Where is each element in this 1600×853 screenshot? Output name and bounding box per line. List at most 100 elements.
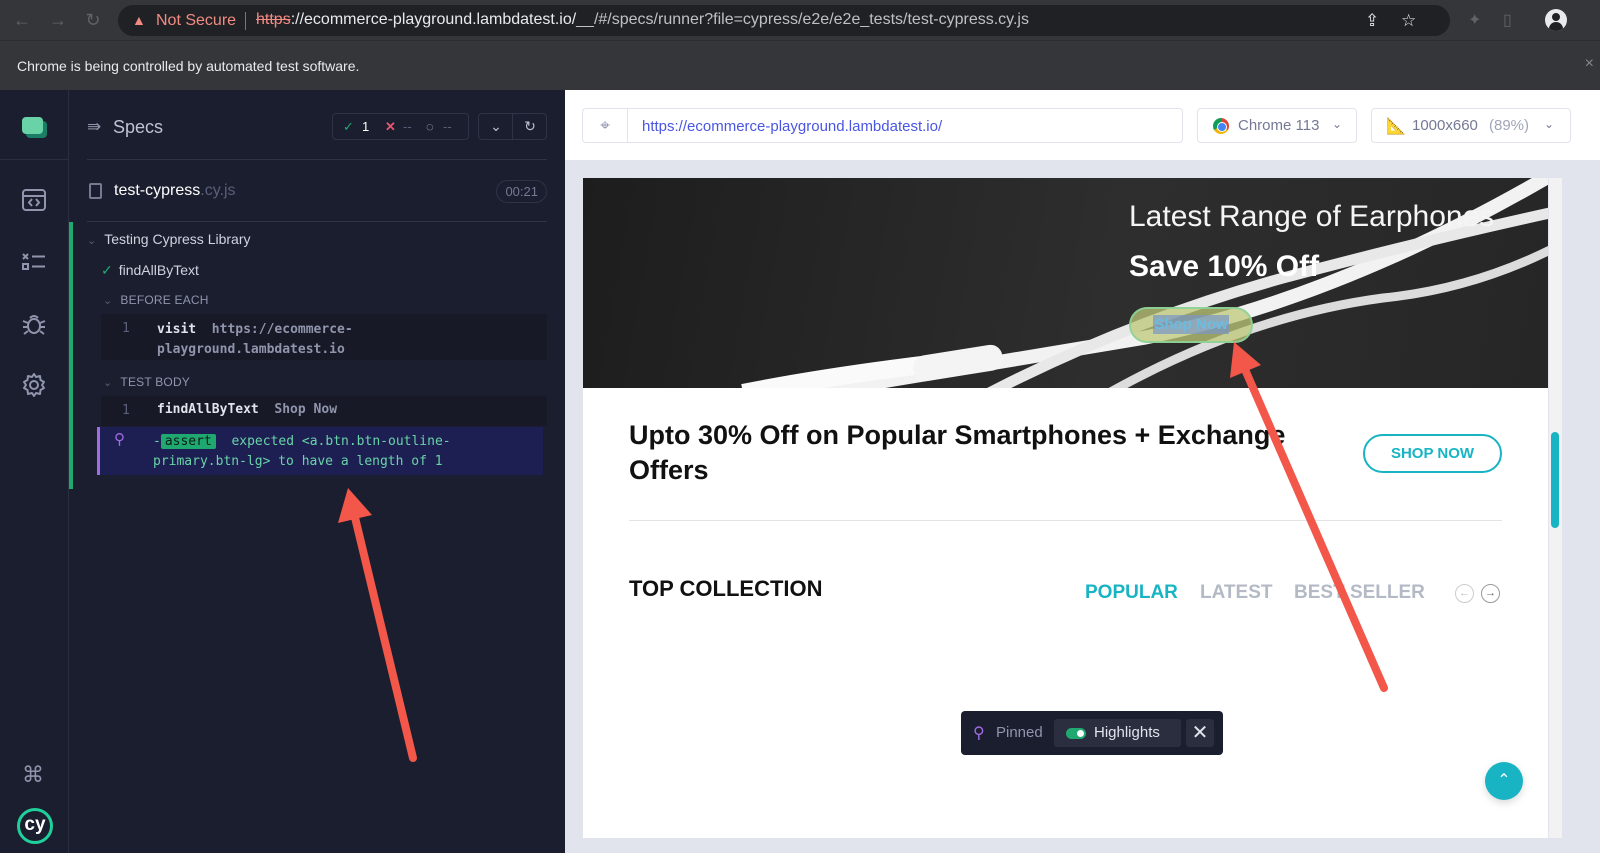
reload-icon[interactable]: ↻ bbox=[83, 10, 103, 30]
viewport-size: 1000x660 bbox=[1412, 117, 1478, 134]
pin-icon: ⚲ bbox=[973, 725, 985, 742]
keyboard-shortcuts-icon[interactable]: ⌘ bbox=[22, 762, 44, 788]
pinned-label: Pinned bbox=[996, 724, 1043, 741]
pin-icon: ⚲ bbox=[114, 430, 125, 448]
chevron-down-icon: ⌄ bbox=[1332, 117, 1343, 131]
command-assert-pinned[interactable]: ⚲ - assert expected <a.btn.btn-outline- p… bbox=[97, 427, 543, 475]
app-under-test-pane: ⌖ https://ecommerce-playground.lambdates… bbox=[565, 90, 1600, 853]
bookmark-star-icon[interactable]: ☆ bbox=[1401, 11, 1416, 31]
passed-check-icon: ✓ bbox=[101, 262, 113, 278]
project-logo[interactable] bbox=[0, 90, 68, 160]
command-message-cont: playground.lambdatest.io bbox=[157, 342, 345, 357]
warning-icon: ▲ bbox=[132, 12, 146, 28]
command-number: 1 bbox=[122, 403, 130, 418]
browser-selector[interactable]: Chrome 113 ⌄ bbox=[1197, 108, 1357, 143]
hero-shop-now-button[interactable]: Shop Now bbox=[1129, 307, 1253, 343]
hero-banner[interactable]: Latest Range of Earphones Save 10% Off S… bbox=[583, 178, 1548, 388]
collection-title: TOP COLLECTION bbox=[629, 576, 823, 601]
address-url[interactable]: https://ecommerce-playground.lambdatest.… bbox=[256, 11, 1029, 29]
command-findallbytext[interactable]: 1 findAllByText Shop Now bbox=[101, 396, 547, 426]
command-message: Shop Now bbox=[274, 402, 338, 417]
divider bbox=[629, 520, 1502, 521]
divider bbox=[245, 12, 246, 30]
aut-url: https://ecommerce-playground.lambdatest.… bbox=[642, 118, 943, 135]
runs-icon[interactable] bbox=[21, 187, 47, 213]
command-log-reporter: ⇛ Specs ✓ 1 ✕ -- ◌ -- ⌄ ↻ test-cypress.c… bbox=[69, 90, 565, 853]
rerun-icon[interactable]: ↻ bbox=[513, 114, 547, 139]
back-to-top-button[interactable]: ⌃ bbox=[1485, 762, 1523, 800]
address-bar[interactable]: ▲ Not Secure https://ecommerce-playgroun… bbox=[118, 5, 1450, 36]
suite-title[interactable]: ⌄ Testing Cypress Library bbox=[87, 231, 251, 247]
assert-badge: assert bbox=[160, 434, 216, 449]
viewport-selector[interactable]: 📐 1000x660 (89%) ⌄ bbox=[1371, 108, 1571, 143]
specs-list-icon[interactable] bbox=[21, 249, 47, 275]
assert-message-cont: primary.btn-lg> to have a length of 1 bbox=[153, 454, 443, 469]
command-name: findAllByText bbox=[157, 402, 259, 417]
settings-gear-icon[interactable] bbox=[21, 372, 47, 398]
toggle-switch[interactable] bbox=[1066, 728, 1086, 739]
test-title[interactable]: ✓ findAllByText bbox=[101, 262, 199, 279]
chevron-down-icon: ⌄ bbox=[1544, 117, 1555, 131]
selector-playground-icon[interactable]: ⌖ bbox=[583, 109, 628, 142]
command-message: https://ecommerce- bbox=[211, 322, 353, 337]
aut-iframe: Latest Range of Earphones Save 10% Off S… bbox=[583, 178, 1548, 838]
url-scheme: https bbox=[256, 11, 291, 28]
specs-title[interactable]: Specs bbox=[113, 117, 163, 138]
hero-subtitle: Save 10% Off bbox=[1129, 250, 1320, 283]
specs-toggle-icon[interactable]: ⇛ bbox=[87, 117, 101, 137]
close-icon[interactable]: × bbox=[1585, 55, 1594, 73]
tab-popular[interactable]: POPULAR bbox=[1085, 582, 1178, 604]
pinned-snapshot-bar: ⚲ Pinned Highlights ✕ bbox=[961, 711, 1223, 755]
failed-count: -- bbox=[403, 119, 412, 134]
run-controls: ⌄ ↻ bbox=[478, 113, 547, 140]
automation-infobar: Chrome is being controlled by automated … bbox=[0, 40, 1600, 90]
passed-icon: ✓ bbox=[343, 119, 354, 134]
aut-url-field[interactable]: ⌖ https://ecommerce-playground.lambdates… bbox=[582, 108, 1183, 143]
back-icon[interactable]: ← bbox=[12, 10, 32, 30]
spec-duration: 00:21 bbox=[496, 180, 547, 203]
chevron-down-icon: ⌄ bbox=[103, 377, 113, 389]
pending-count: -- bbox=[443, 119, 452, 134]
scrollbar-thumb[interactable] bbox=[1551, 432, 1559, 528]
ruler-icon: 📐 bbox=[1386, 118, 1406, 135]
chevron-down-icon: ⌄ bbox=[103, 295, 113, 307]
viewport-scale: (89%) bbox=[1489, 117, 1530, 134]
highlights-label: Highlights bbox=[1094, 724, 1160, 741]
command-visit[interactable]: 1 visit https://ecommerce- playground.la… bbox=[101, 314, 547, 360]
carousel-prev-icon[interactable]: ← bbox=[1455, 584, 1474, 603]
tab-best-seller[interactable]: BEST SELLER bbox=[1294, 582, 1425, 604]
assert-message: expected <a.btn.btn-outline- bbox=[231, 434, 451, 449]
forward-icon[interactable]: → bbox=[48, 10, 68, 30]
highlights-toggle[interactable]: Highlights bbox=[1054, 719, 1181, 747]
promo-shop-now-button[interactable]: SHOP NOW bbox=[1363, 434, 1502, 473]
spec-file-name[interactable]: test-cypress.cy.js bbox=[114, 182, 236, 200]
command-name: visit bbox=[157, 322, 197, 337]
security-label[interactable]: Not Secure bbox=[156, 12, 236, 30]
carousel-next-icon[interactable]: → bbox=[1481, 584, 1500, 603]
tab-latest[interactable]: LATEST bbox=[1200, 582, 1272, 604]
before-each-hook[interactable]: ⌄ BEFORE EACH bbox=[103, 293, 209, 307]
profile-avatar[interactable] bbox=[1545, 9, 1567, 31]
automation-notice: Chrome is being controlled by automated … bbox=[17, 58, 360, 74]
specs-header: ⇛ Specs ✓ 1 ✕ -- ◌ -- ⌄ ↻ bbox=[87, 90, 547, 160]
test-stats: ✓ 1 ✕ -- ◌ -- bbox=[332, 113, 469, 140]
passed-count: 1 bbox=[362, 119, 370, 134]
debug-bug-icon[interactable] bbox=[21, 311, 47, 337]
test-body-hook[interactable]: ⌄ TEST BODY bbox=[103, 375, 190, 389]
chevron-down-icon[interactable]: ⌄ bbox=[479, 114, 513, 139]
share-icon[interactable]: ⇪ bbox=[1365, 11, 1379, 31]
extensions-icon[interactable]: ✦ bbox=[1468, 10, 1481, 30]
cypress-sidebar: ⌘ cy bbox=[0, 90, 69, 853]
failed-icon: ✕ bbox=[385, 119, 396, 134]
aut-scrollbar[interactable] bbox=[1549, 178, 1562, 838]
command-number: 1 bbox=[122, 321, 130, 336]
file-icon bbox=[89, 183, 102, 199]
side-panel-icon[interactable]: ▯ bbox=[1503, 10, 1512, 30]
close-icon[interactable]: ✕ bbox=[1186, 719, 1214, 747]
chrome-icon bbox=[1213, 118, 1229, 134]
aut-header: ⌖ https://ecommerce-playground.lambdates… bbox=[565, 90, 1600, 160]
spec-file-row: test-cypress.cy.js 00:21 bbox=[87, 160, 547, 222]
cypress-logo[interactable]: cy bbox=[17, 808, 53, 844]
hero-title: Latest Range of Earphones bbox=[1129, 200, 1495, 233]
pending-icon: ◌ bbox=[426, 119, 434, 134]
